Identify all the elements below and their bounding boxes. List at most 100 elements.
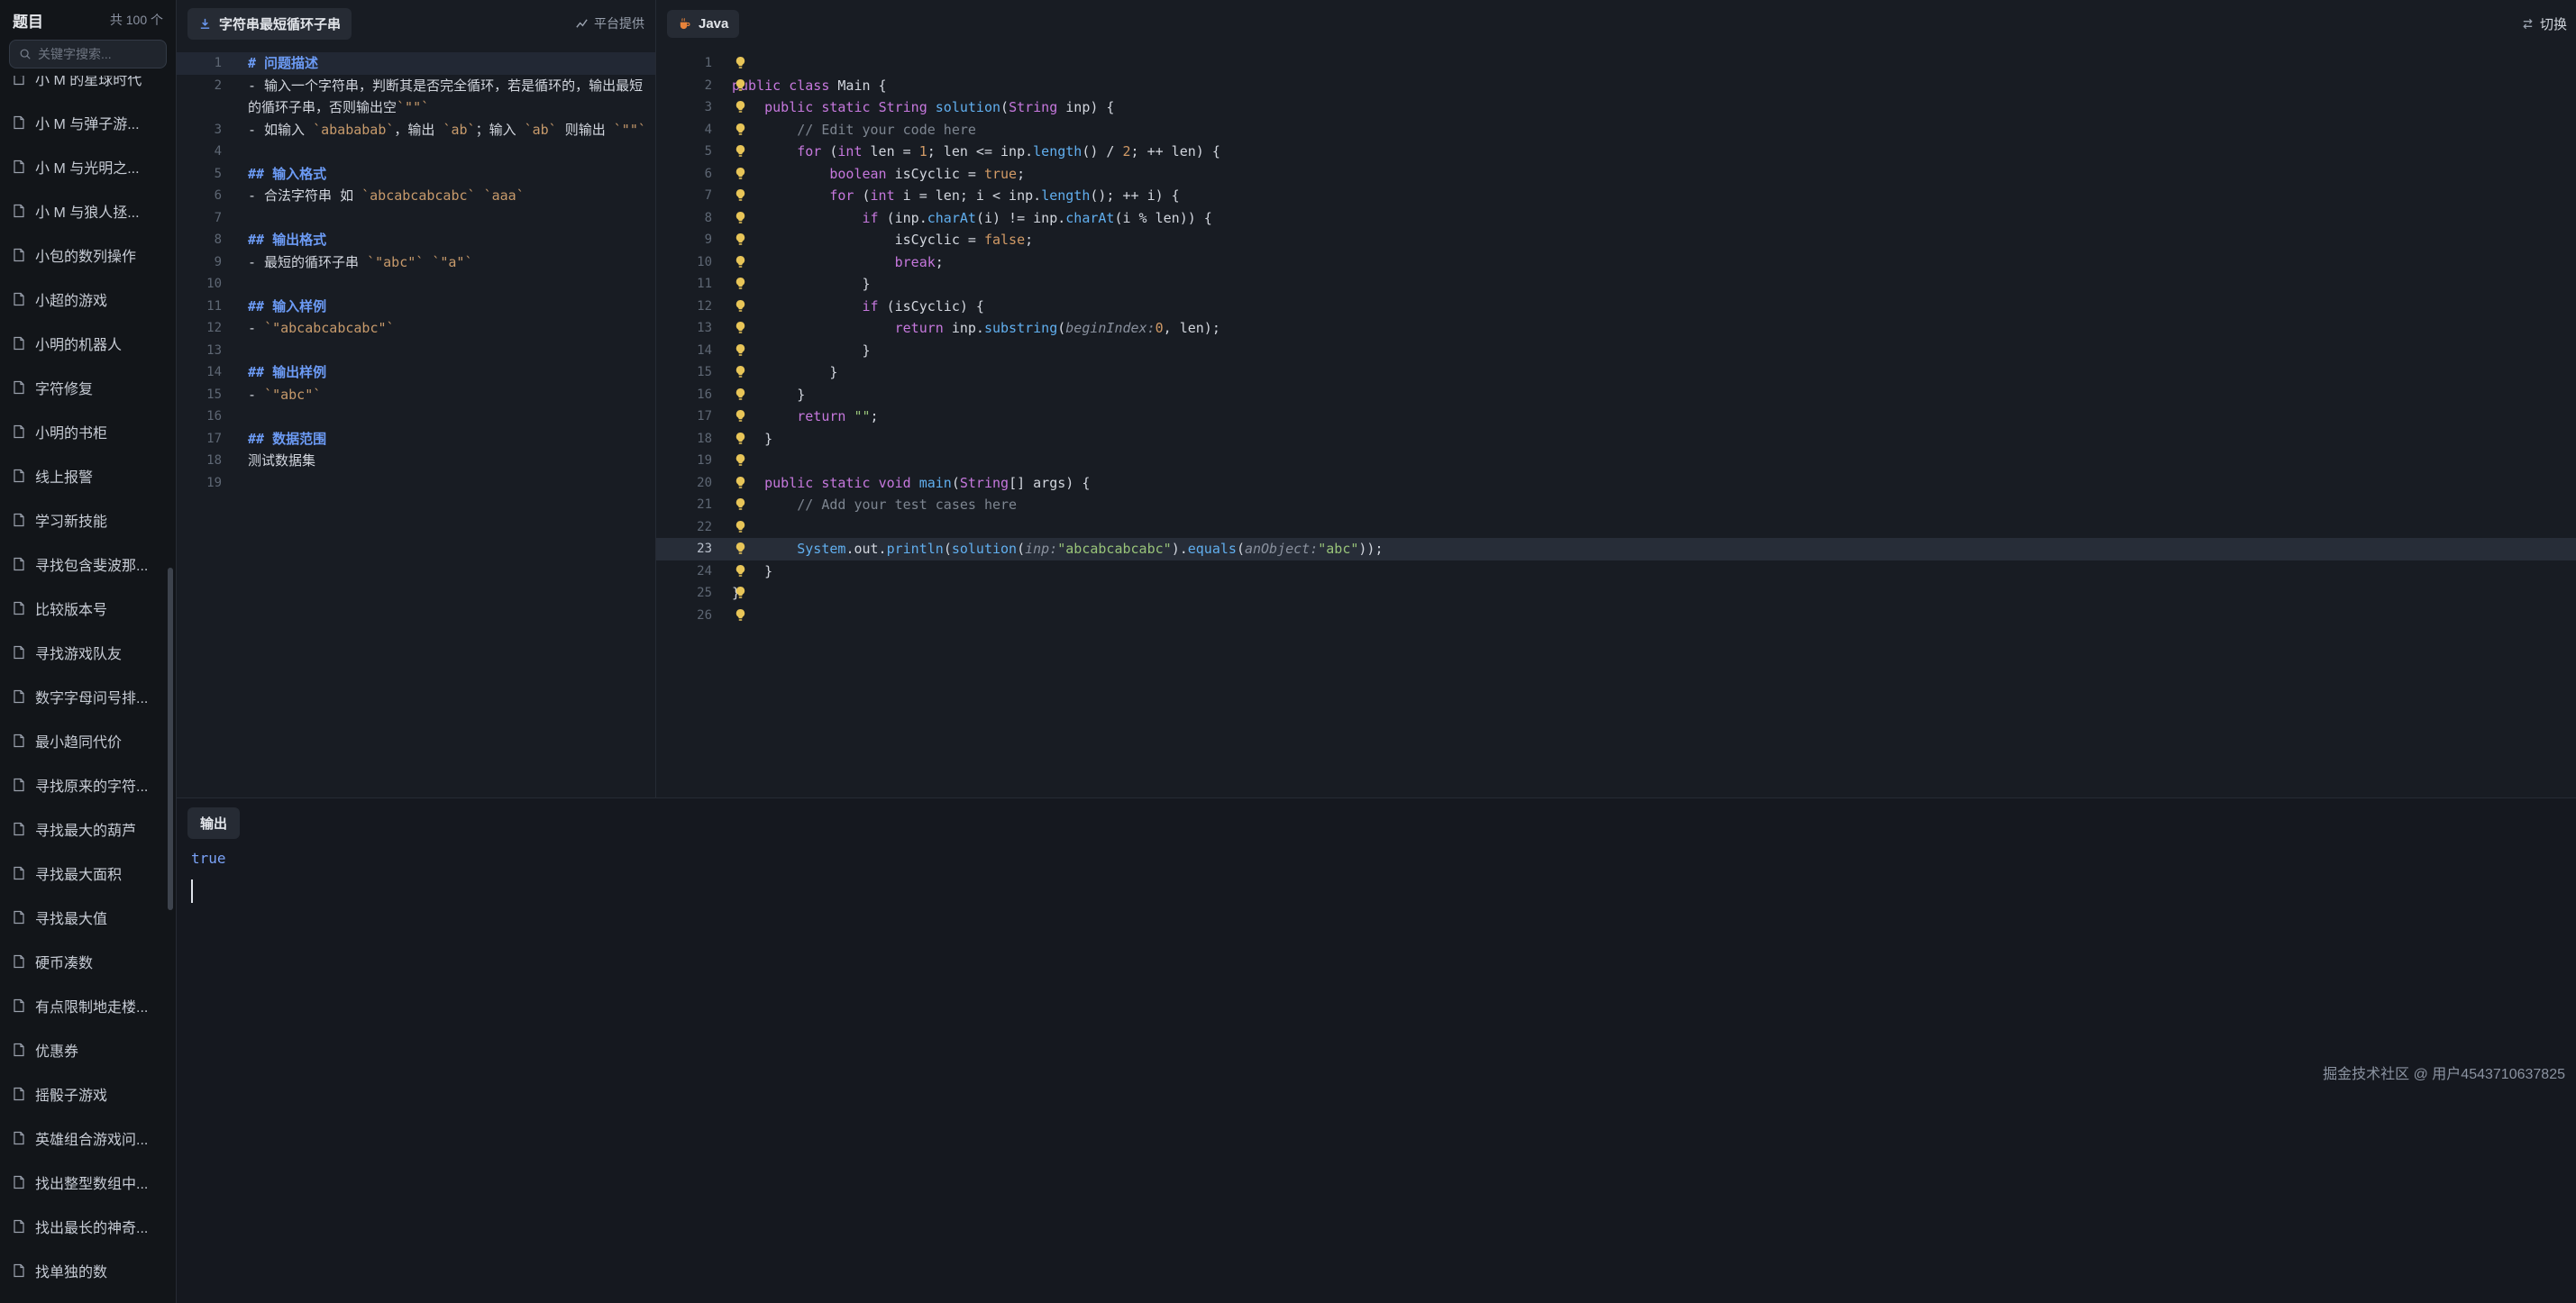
sidebar-problem-item[interactable]: 小明的书柜: [0, 409, 176, 453]
sidebar-problem-item[interactable]: 小明的机器人: [0, 321, 176, 365]
sidebar-scrollbar-thumb[interactable]: [168, 568, 173, 910]
markdown-line[interactable]: 17 ## 数据范围: [177, 428, 655, 451]
search-box[interactable]: [9, 40, 167, 68]
sidebar-problem-item[interactable]: 英雄组合游戏问...: [0, 1116, 176, 1160]
lightbulb-icon[interactable]: [734, 520, 747, 533]
sidebar-problem-item[interactable]: 线上报警: [0, 453, 176, 497]
code-line[interactable]: 15 }: [656, 361, 2576, 384]
lightbulb-icon[interactable]: [734, 586, 747, 599]
markdown-line[interactable]: 3 - 如输入 `abababab`，输出 `ab`；输入 `ab` 则输出 `…: [177, 119, 655, 141]
switch-language-button[interactable]: 切换: [2521, 14, 2567, 33]
markdown-line[interactable]: 14 ## 输出样例: [177, 361, 655, 384]
markdown-line[interactable]: 4: [177, 141, 655, 163]
markdown-line[interactable]: 18 测试数据集: [177, 450, 655, 472]
markdown-line[interactable]: 8 ## 输出格式: [177, 229, 655, 251]
sidebar-problem-item[interactable]: 寻找最大的葫芦: [0, 806, 176, 851]
lightbulb-icon[interactable]: [734, 232, 747, 246]
code-line[interactable]: 5 for (int len = 1; len <= inp.length() …: [656, 141, 2576, 163]
sidebar-problem-item[interactable]: 寻找最大面积: [0, 851, 176, 895]
lightbulb-icon[interactable]: [734, 608, 747, 622]
markdown-line[interactable]: 11 ## 输入样例: [177, 296, 655, 318]
markdown-line[interactable]: 1 # 问题描述: [177, 52, 655, 75]
code-line[interactable]: 12 if (isCyclic) {: [656, 296, 2576, 318]
code-line[interactable]: 17 return "";: [656, 405, 2576, 428]
markdown-line[interactable]: 7: [177, 207, 655, 230]
sidebar-problem-item[interactable]: 数字字母问号排...: [0, 674, 176, 718]
code-line[interactable]: 25 }: [656, 582, 2576, 605]
code-line[interactable]: 13 return inp.substring(beginIndex:0, le…: [656, 317, 2576, 340]
code-line[interactable]: 22: [656, 516, 2576, 539]
code-line[interactable]: 2 public class Main {: [656, 75, 2576, 97]
lightbulb-icon[interactable]: [734, 432, 747, 445]
lightbulb-icon[interactable]: [734, 365, 747, 378]
markdown-line[interactable]: 10: [177, 273, 655, 296]
lightbulb-icon[interactable]: [734, 100, 747, 114]
lightbulb-icon[interactable]: [734, 542, 747, 555]
markdown-line[interactable]: 16: [177, 405, 655, 428]
lightbulb-icon[interactable]: [734, 343, 747, 357]
code-line[interactable]: 21 // Add your test cases here: [656, 494, 2576, 516]
code-line[interactable]: 19: [656, 450, 2576, 472]
markdown-line[interactable]: 12 - `"abcabcabcabc"`: [177, 317, 655, 340]
sidebar-problem-item[interactable]: 小包的数列操作: [0, 232, 176, 277]
code-lines[interactable]: 1 2 public class Main { 3 public static …: [656, 47, 2576, 626]
lightbulb-icon[interactable]: [734, 564, 747, 578]
markdown-line[interactable]: 19: [177, 472, 655, 495]
code-line[interactable]: 9 isCyclic = false;: [656, 229, 2576, 251]
lightbulb-icon[interactable]: [734, 78, 747, 92]
sidebar-problem-item[interactable]: 比较版本号: [0, 586, 176, 630]
lightbulb-icon[interactable]: [734, 321, 747, 334]
lightbulb-icon[interactable]: [734, 476, 747, 489]
code-line[interactable]: 8 if (inp.charAt(i) != inp.charAt(i % le…: [656, 207, 2576, 230]
lightbulb-icon[interactable]: [734, 277, 747, 290]
lightbulb-icon[interactable]: [734, 123, 747, 136]
code-line[interactable]: 1: [656, 52, 2576, 75]
markdown-line[interactable]: 6 - 合法字符串 如 `abcabcabcabc` `aaa`: [177, 185, 655, 207]
markdown-lines[interactable]: 1 # 问题描述 2 - 输入一个字符串，判断其是否完全循环，若是循环的，输出最…: [177, 47, 655, 494]
output-tab[interactable]: 输出: [187, 807, 240, 839]
sidebar-problem-item[interactable]: 小 M 的星球时代: [0, 76, 176, 100]
lightbulb-icon[interactable]: [734, 497, 747, 511]
markdown-line[interactable]: 9 - 最短的循环子串 `"abc"` `"a"`: [177, 251, 655, 274]
code-line[interactable]: 14 }: [656, 340, 2576, 362]
sidebar-problem-item[interactable]: 字符修复: [0, 365, 176, 409]
sidebar-problem-item[interactable]: 寻找原来的字符...: [0, 762, 176, 806]
sidebar-problem-item[interactable]: 寻找包含斐波那...: [0, 542, 176, 586]
code-line[interactable]: 4 // Edit your code here: [656, 119, 2576, 141]
markdown-line[interactable]: 13: [177, 340, 655, 362]
sidebar-problem-item[interactable]: 小 M 与光明之...: [0, 144, 176, 188]
lightbulb-icon[interactable]: [734, 211, 747, 224]
markdown-line[interactable]: 15 - `"abc"`: [177, 384, 655, 406]
code-line[interactable]: 16 }: [656, 384, 2576, 406]
sidebar-problem-item[interactable]: 找出整型数组中...: [0, 1160, 176, 1204]
sidebar-problem-item[interactable]: 找单独的数: [0, 1248, 176, 1292]
sidebar-problem-item[interactable]: 小 M 与狼人拯...: [0, 188, 176, 232]
sidebar-problem-item[interactable]: 有点限制地走楼...: [0, 983, 176, 1027]
code-line[interactable]: 26: [656, 605, 2576, 627]
search-input[interactable]: [38, 47, 155, 61]
lightbulb-icon[interactable]: [734, 255, 747, 269]
lightbulb-icon[interactable]: [734, 188, 747, 202]
lightbulb-icon[interactable]: [734, 453, 747, 467]
sidebar-problem-item[interactable]: 小 M 与弹子游...: [0, 100, 176, 144]
lightbulb-icon[interactable]: [734, 144, 747, 158]
markdown-line[interactable]: 2 - 输入一个字符串，判断其是否完全循环，若是循环的，输出最短的循环子串，否则…: [177, 75, 655, 119]
sidebar-problem-item[interactable]: 小超的游戏: [0, 277, 176, 321]
sidebar-problem-item[interactable]: 最小趋同代价: [0, 718, 176, 762]
markdown-line[interactable]: 5 ## 输入格式: [177, 163, 655, 186]
lightbulb-icon[interactable]: [734, 299, 747, 313]
code-line[interactable]: 7 for (int i = len; i < inp.length(); ++…: [656, 185, 2576, 207]
code-line[interactable]: 11 }: [656, 273, 2576, 296]
lightbulb-icon[interactable]: [734, 387, 747, 401]
sidebar-problem-item[interactable]: 找出最长的神奇...: [0, 1204, 176, 1248]
console-input[interactable]: [191, 879, 2565, 907]
code-line[interactable]: 3 public static String solution(String i…: [656, 96, 2576, 119]
code-line[interactable]: 23 System.out.println(solution(inp:"abca…: [656, 538, 2576, 560]
code-line[interactable]: 6 boolean isCyclic = true;: [656, 163, 2576, 186]
code-line[interactable]: 10 break;: [656, 251, 2576, 274]
language-badge[interactable]: Java: [667, 10, 739, 38]
lightbulb-icon[interactable]: [734, 56, 747, 69]
sidebar-problem-item[interactable]: 寻找游戏队友: [0, 630, 176, 674]
code-line[interactable]: 18 }: [656, 428, 2576, 451]
sidebar-problem-item[interactable]: 优惠券: [0, 1027, 176, 1071]
